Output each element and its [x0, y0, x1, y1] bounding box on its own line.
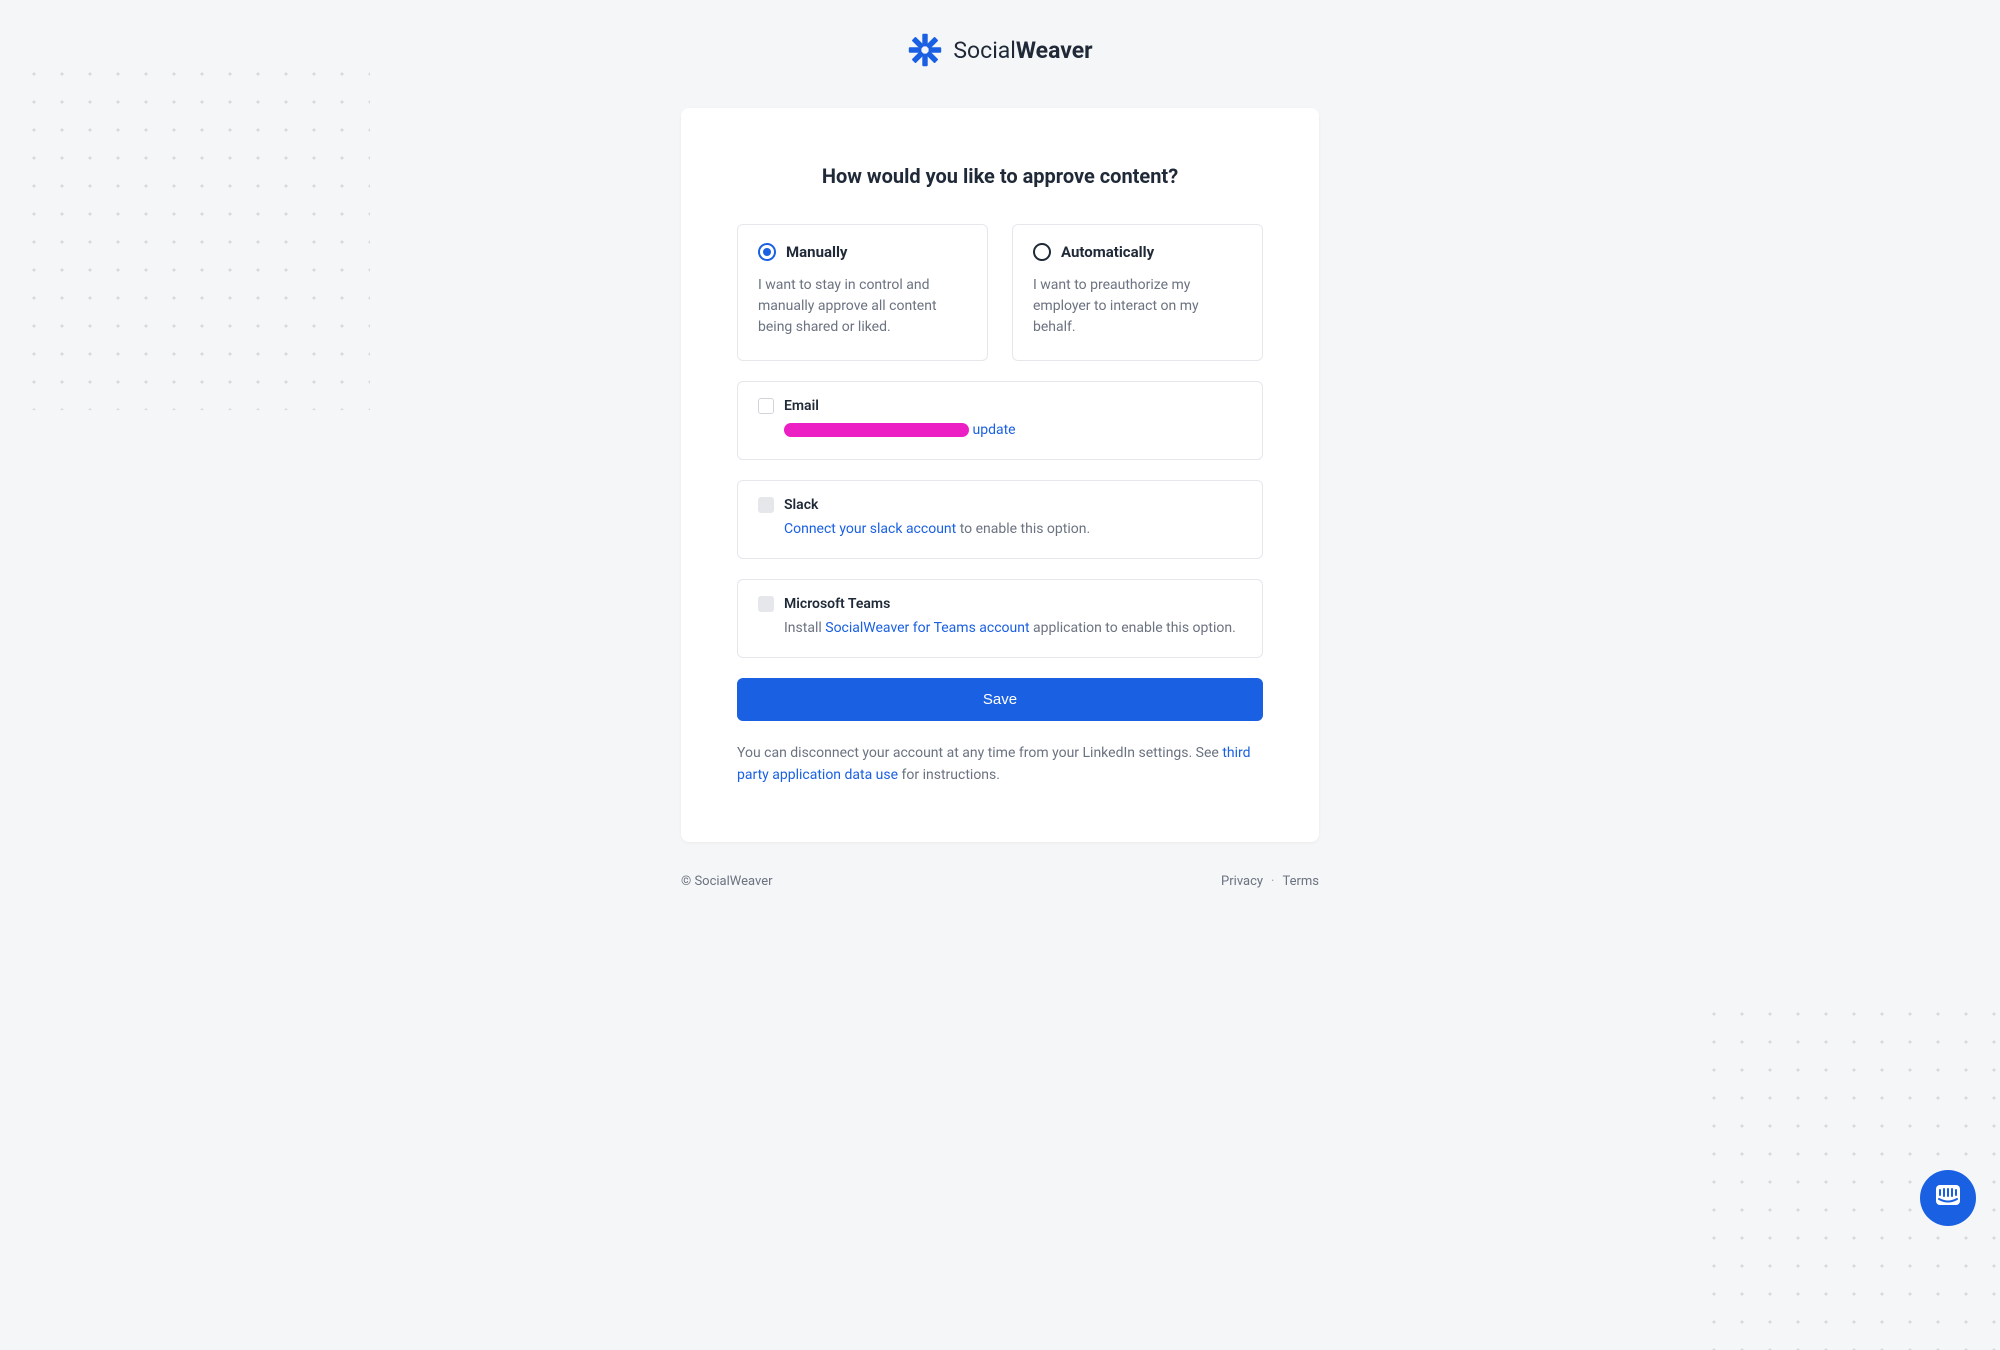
connect-slack-link[interactable]: Connect your slack account — [784, 521, 956, 537]
socialweaver-logo-icon — [907, 32, 943, 68]
decorative-dots — [20, 60, 370, 410]
approval-option-automatically[interactable]: Automatically I want to preauthorize my … — [1012, 224, 1263, 361]
radio-description: I want to stay in control and manually a… — [758, 275, 967, 338]
teams-prefix-text: Install — [784, 620, 825, 636]
update-email-link[interactable]: update — [972, 422, 1015, 438]
email-checkbox[interactable] — [758, 398, 774, 414]
separator-dot: · — [1271, 874, 1274, 889]
copyright-text: © SocialWeaver — [681, 874, 773, 889]
radio-unselected-icon — [1033, 243, 1051, 261]
channel-slack-card: Slack Connect your slack account to enab… — [737, 480, 1263, 559]
disclaimer-text: You can disconnect your account at any t… — [737, 743, 1263, 786]
slack-checkbox — [758, 497, 774, 513]
chat-icon — [1934, 1182, 1962, 1214]
approval-option-manually[interactable]: Manually I want to stay in control and m… — [737, 224, 988, 361]
channel-label: Email — [784, 398, 819, 414]
channel-label: Slack — [784, 497, 818, 513]
brand-name: SocialWeaver — [953, 37, 1092, 64]
terms-link[interactable]: Terms — [1282, 874, 1319, 889]
intercom-launcher[interactable] — [1920, 1170, 1976, 1226]
page-title: How would you like to approve content? — [737, 164, 1263, 188]
redacted-email — [784, 423, 969, 437]
channel-email-card: Email update — [737, 381, 1263, 460]
brand-logo: SocialWeaver — [907, 32, 1092, 68]
radio-label: Automatically — [1061, 243, 1154, 261]
radio-label: Manually — [786, 243, 848, 261]
radio-selected-icon — [758, 243, 776, 261]
channel-label: Microsoft Teams — [784, 596, 890, 612]
channel-teams-card: Microsoft Teams Install SocialWeaver for… — [737, 579, 1263, 658]
install-teams-link[interactable]: SocialWeaver for Teams account — [825, 620, 1029, 636]
slack-suffix-text: to enable this option. — [956, 521, 1090, 537]
radio-description: I want to preauthorize my employer to in… — [1033, 275, 1242, 338]
settings-card: How would you like to approve content? M… — [681, 108, 1319, 842]
privacy-link[interactable]: Privacy — [1221, 874, 1263, 889]
save-button[interactable]: Save — [737, 678, 1263, 721]
teams-checkbox — [758, 596, 774, 612]
page-footer: © SocialWeaver Privacy · Terms — [681, 842, 1319, 949]
approval-mode-group: Manually I want to stay in control and m… — [737, 224, 1263, 361]
teams-suffix-text: application to enable this option. — [1030, 620, 1236, 636]
